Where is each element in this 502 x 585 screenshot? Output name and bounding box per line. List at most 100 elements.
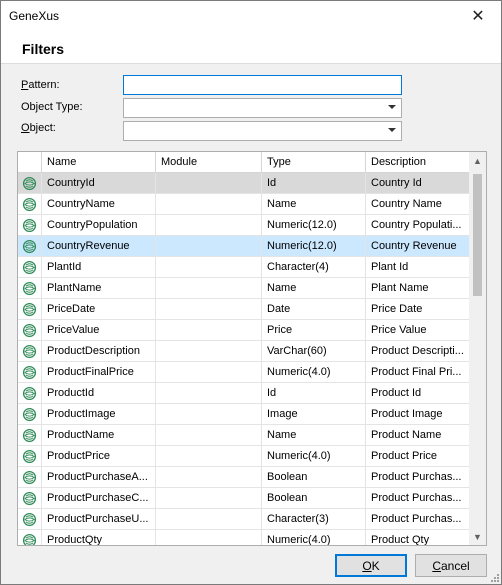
cell-description: Product Purchas... (366, 467, 470, 487)
table-row[interactable]: CountryRevenue Numeric(12.0) Country Reven… (18, 236, 470, 257)
attribute-icon (22, 365, 37, 379)
cell-description: Product Name (366, 425, 470, 445)
cell-name: PlantName (42, 278, 156, 298)
row-icon-cell (18, 383, 42, 403)
cell-type: Name (262, 425, 366, 445)
table-row[interactable]: CountryId Id Country Id (18, 173, 470, 194)
object-label: Object: (21, 122, 56, 134)
cell-description: Country Name (366, 194, 470, 214)
cell-name: CountryPopulation (42, 215, 156, 235)
table-row[interactable]: PriceValue Price Price Value (18, 320, 470, 341)
table-row[interactable]: ProductId Id Product Id (18, 383, 470, 404)
table-row[interactable]: ProductFinalPrice Numeric(4.0) Product Fin… (18, 362, 470, 383)
row-icon-cell (18, 425, 42, 445)
attribute-icon (22, 344, 37, 358)
attribute-icon (22, 449, 37, 463)
attribute-icon (22, 302, 37, 316)
table-row[interactable]: ProductImage Image Product Image (18, 404, 470, 425)
cell-module (156, 383, 262, 403)
cell-name: ProductPrice (42, 446, 156, 466)
row-icon-cell (18, 446, 42, 466)
scroll-down-button[interactable]: ▼ (469, 528, 486, 545)
table-row[interactable]: ProductPurchaseU... Character(3) Product P… (18, 509, 470, 530)
scroll-up-button[interactable]: ▲ (469, 152, 486, 169)
filters-dialog: GeneXus ✕ Filters Pattern: Object Type: … (0, 0, 502, 585)
attribute-icon (22, 470, 37, 484)
attribute-icon (22, 176, 37, 190)
attribute-icon (22, 239, 37, 253)
vertical-scrollbar[interactable]: ▲ ▼ (469, 152, 486, 545)
cell-module (156, 530, 262, 545)
row-icon-cell (18, 530, 42, 545)
row-icon-cell (18, 320, 42, 340)
cell-type: Id (262, 383, 366, 403)
cell-name: ProductName (42, 425, 156, 445)
table-row[interactable]: ProductPrice Numeric(4.0) Product Price (18, 446, 470, 467)
dialog-header: Filters (1, 31, 501, 64)
cell-module (156, 341, 262, 361)
cell-module (156, 278, 262, 298)
table-row[interactable]: PlantName Name Plant Name (18, 278, 470, 299)
cell-type: VarChar(60) (262, 341, 366, 361)
attribute-icon (22, 428, 37, 442)
cell-description: Product Descripti... (366, 341, 470, 361)
resize-grip-icon[interactable] (489, 572, 499, 582)
table-row[interactable]: ProductPurchaseC... Boolean Product Purcha… (18, 488, 470, 509)
cell-type: Name (262, 278, 366, 298)
table-row[interactable]: CountryPopulation Numeric(12.0) Country Po… (18, 215, 470, 236)
cell-name: ProductId (42, 383, 156, 403)
column-header-module[interactable]: Module (156, 152, 262, 173)
pattern-label: Pattern: (21, 79, 60, 91)
table-row[interactable]: PriceDate Date Price Date (18, 299, 470, 320)
attribute-icon (22, 281, 37, 295)
attribute-icon (22, 386, 37, 400)
table-row[interactable]: PlantId Character(4) Plant Id (18, 257, 470, 278)
scroll-down-icon: ▼ (473, 531, 482, 542)
cell-description: Product Qty (366, 530, 470, 545)
table-row[interactable]: CountryName Name Country Name (18, 194, 470, 215)
chevron-down-icon (388, 105, 396, 109)
pattern-input[interactable] (124, 76, 401, 94)
column-header-type[interactable]: Type (262, 152, 366, 173)
cell-type: Date (262, 299, 366, 319)
window-title: GeneXus (9, 9, 60, 23)
close-button[interactable]: ✕ (455, 1, 501, 31)
ok-button[interactable]: OK (335, 554, 407, 577)
cell-name: ProductPurchaseA... (42, 467, 156, 487)
object-dropdown[interactable] (123, 121, 402, 141)
table-row[interactable]: ProductName Name Product Name (18, 425, 470, 446)
icon-column-header[interactable] (18, 152, 42, 173)
cell-module (156, 425, 262, 445)
cell-description: Price Value (366, 320, 470, 340)
cell-description: Product Price (366, 446, 470, 466)
table-row[interactable]: ProductQty Numeric(4.0) Product Qty (18, 530, 470, 545)
table-row[interactable]: ProductPurchaseA... Boolean Product Purcha… (18, 467, 470, 488)
cell-module (156, 299, 262, 319)
scrollbar-thumb[interactable] (473, 174, 482, 296)
cell-name: ProductDescription (42, 341, 156, 361)
cell-type: Boolean (262, 488, 366, 508)
cell-name: CountryRevenue (42, 236, 156, 256)
column-header-description[interactable]: Description (366, 152, 470, 173)
scroll-up-icon: ▲ (473, 155, 482, 166)
header-title: Filters (22, 41, 65, 57)
cell-name: ProductImage (42, 404, 156, 424)
attribute-icon (22, 260, 37, 274)
cancel-button[interactable]: Cancel (415, 554, 487, 577)
attribute-icon (22, 323, 37, 337)
cell-name: CountryId (42, 173, 156, 193)
table-row[interactable]: ProductDescription VarChar(60) Product Des… (18, 341, 470, 362)
grid-header: Name Module Type Description (18, 152, 470, 173)
pattern-input-box[interactable] (123, 75, 402, 95)
object-type-dropdown[interactable] (123, 98, 402, 118)
object-type-label: Object Type: (21, 101, 83, 113)
attribute-icon (22, 218, 37, 232)
cell-name: ProductPurchaseU... (42, 509, 156, 529)
cell-name: ProductQty (42, 530, 156, 545)
attribute-icon (22, 512, 37, 526)
cell-module (156, 488, 262, 508)
column-header-name[interactable]: Name (42, 152, 156, 173)
cell-type: Numeric(12.0) (262, 236, 366, 256)
attribute-icon (22, 197, 37, 211)
cancel-button-label: Cancel (432, 558, 470, 573)
